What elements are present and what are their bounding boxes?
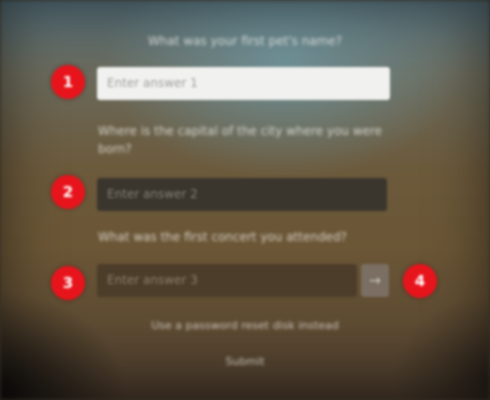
callout-badge-4: 4 xyxy=(403,264,437,298)
question-2-label: Where is the capital of the city where y… xyxy=(98,124,382,156)
reveal-answer-button[interactable]: → xyxy=(361,264,389,297)
answer-1-field[interactable]: Enter answer 1 xyxy=(97,67,390,100)
callout-badge-2: 2 xyxy=(51,175,85,209)
eye-icon: → xyxy=(369,272,381,289)
security-questions-dialog: What was your first pet's name? Enter an… xyxy=(0,0,490,400)
reset-disk-link[interactable]: Use a password reset disk instead xyxy=(0,319,490,332)
callout-badge-3: 3 xyxy=(51,266,85,300)
question-3-label: What was the first concert you attended? xyxy=(98,230,347,244)
question-1-label: What was your first pet's name? xyxy=(147,34,343,48)
callout-badge-1: 1 xyxy=(51,65,85,99)
submit-link[interactable]: Submit xyxy=(0,355,490,368)
answer-3-field[interactable]: Enter answer 3 xyxy=(97,264,357,297)
answer-2-field[interactable]: Enter answer 2 xyxy=(97,178,387,211)
